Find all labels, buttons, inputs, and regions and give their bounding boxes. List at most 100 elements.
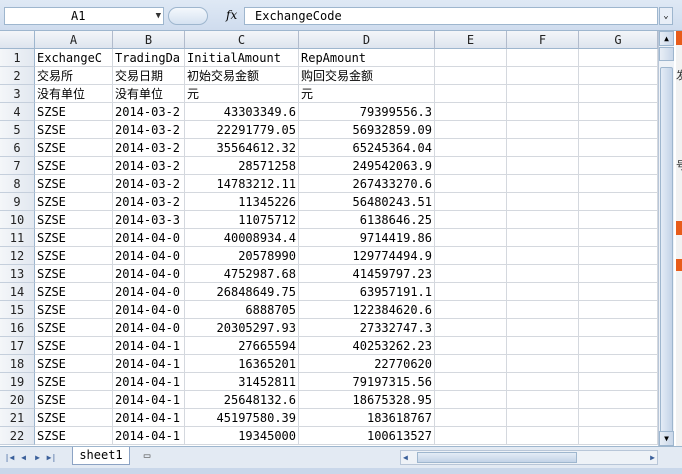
cell-f-19[interactable]: [507, 373, 579, 391]
cell-f-11[interactable]: [507, 229, 579, 247]
cell-b-17[interactable]: 2014-04-1: [113, 337, 185, 355]
cell-f-15[interactable]: [507, 301, 579, 319]
cell-a-9[interactable]: SZSE: [35, 193, 113, 211]
cell-c-4[interactable]: 43303349.6: [185, 103, 299, 121]
cell-e-22[interactable]: [435, 427, 507, 445]
cell-f-4[interactable]: [507, 103, 579, 121]
column-header-c[interactable]: C: [185, 31, 299, 49]
cell-e-12[interactable]: [435, 247, 507, 265]
row-header[interactable]: 5: [0, 121, 35, 139]
cell-e-3[interactable]: [435, 85, 507, 103]
row-header[interactable]: 20: [0, 391, 35, 409]
cell-b-2[interactable]: 交易日期: [113, 67, 185, 85]
cell-e-17[interactable]: [435, 337, 507, 355]
chevron-down-icon[interactable]: ▼: [156, 8, 161, 24]
cell-f-16[interactable]: [507, 319, 579, 337]
row-header[interactable]: 11: [0, 229, 35, 247]
cell-g-15[interactable]: [579, 301, 658, 319]
cell-g-6[interactable]: [579, 139, 658, 157]
cell-a-10[interactable]: SZSE: [35, 211, 113, 229]
horizontal-scroll-thumb[interactable]: [417, 452, 577, 463]
scroll-left-icon[interactable]: ◀: [403, 451, 408, 464]
cell-g-7[interactable]: [579, 157, 658, 175]
cell-g-1[interactable]: [579, 49, 658, 67]
cell-c-8[interactable]: 14783212.11: [185, 175, 299, 193]
cell-f-8[interactable]: [507, 175, 579, 193]
cell-a-14[interactable]: SZSE: [35, 283, 113, 301]
cell-d-10[interactable]: 6138646.25: [299, 211, 435, 229]
cell-a-22[interactable]: SZSE: [35, 427, 113, 445]
column-header-b[interactable]: B: [113, 31, 185, 49]
cell-b-7[interactable]: 2014-03-2: [113, 157, 185, 175]
cell-c-11[interactable]: 40008934.4: [185, 229, 299, 247]
scroll-down-button[interactable]: ▼: [659, 431, 674, 446]
row-header[interactable]: 17: [0, 337, 35, 355]
vertical-scrollbar[interactable]: ▲ ▼: [658, 31, 674, 446]
cell-c-19[interactable]: 31452811: [185, 373, 299, 391]
cell-f-13[interactable]: [507, 265, 579, 283]
cell-g-2[interactable]: [579, 67, 658, 85]
cell-d-4[interactable]: 79399556.3: [299, 103, 435, 121]
cell-b-18[interactable]: 2014-04-1: [113, 355, 185, 373]
cell-c-17[interactable]: 27665594: [185, 337, 299, 355]
cell-d-18[interactable]: 22770620: [299, 355, 435, 373]
cell-a-11[interactable]: SZSE: [35, 229, 113, 247]
cell-b-8[interactable]: 2014-03-2: [113, 175, 185, 193]
formula-input[interactable]: ExchangeCode: [244, 7, 658, 25]
name-box[interactable]: A1 ▼: [4, 7, 164, 25]
row-header[interactable]: 14: [0, 283, 35, 301]
cell-f-5[interactable]: [507, 121, 579, 139]
cell-g-12[interactable]: [579, 247, 658, 265]
row-header[interactable]: 10: [0, 211, 35, 229]
cell-b-21[interactable]: 2014-04-1: [113, 409, 185, 427]
cell-f-22[interactable]: [507, 427, 579, 445]
cell-f-9[interactable]: [507, 193, 579, 211]
row-header[interactable]: 13: [0, 265, 35, 283]
cell-g-9[interactable]: [579, 193, 658, 211]
cell-g-11[interactable]: [579, 229, 658, 247]
cell-e-7[interactable]: [435, 157, 507, 175]
cell-a-16[interactable]: SZSE: [35, 319, 113, 337]
cell-c-15[interactable]: 6888705: [185, 301, 299, 319]
column-header-e[interactable]: E: [435, 31, 507, 49]
cell-g-18[interactable]: [579, 355, 658, 373]
cell-c-13[interactable]: 4752987.68: [185, 265, 299, 283]
cell-e-1[interactable]: [435, 49, 507, 67]
cell-g-4[interactable]: [579, 103, 658, 121]
cell-b-14[interactable]: 2014-04-0: [113, 283, 185, 301]
row-header[interactable]: 22: [0, 427, 35, 445]
cell-b-12[interactable]: 2014-04-0: [113, 247, 185, 265]
cell-d-16[interactable]: 27332747.3: [299, 319, 435, 337]
cell-f-17[interactable]: [507, 337, 579, 355]
cell-c-12[interactable]: 20578990: [185, 247, 299, 265]
cell-d-21[interactable]: 183618767: [299, 409, 435, 427]
cell-e-14[interactable]: [435, 283, 507, 301]
cell-b-15[interactable]: 2014-04-0: [113, 301, 185, 319]
cell-c-16[interactable]: 20305297.93: [185, 319, 299, 337]
cell-d-2[interactable]: 购回交易金额: [299, 67, 435, 85]
cell-f-10[interactable]: [507, 211, 579, 229]
cell-c-10[interactable]: 11075712: [185, 211, 299, 229]
cell-a-21[interactable]: SZSE: [35, 409, 113, 427]
cell-d-17[interactable]: 40253262.23: [299, 337, 435, 355]
split-box[interactable]: [659, 47, 674, 61]
cell-f-1[interactable]: [507, 49, 579, 67]
column-header-f[interactable]: F: [507, 31, 579, 49]
cell-e-21[interactable]: [435, 409, 507, 427]
cell-e-13[interactable]: [435, 265, 507, 283]
cell-e-19[interactable]: [435, 373, 507, 391]
cell-e-2[interactable]: [435, 67, 507, 85]
cell-c-3[interactable]: 元: [185, 85, 299, 103]
cell-d-13[interactable]: 41459797.23: [299, 265, 435, 283]
cell-f-3[interactable]: [507, 85, 579, 103]
row-header[interactable]: 18: [0, 355, 35, 373]
cell-a-17[interactable]: SZSE: [35, 337, 113, 355]
cell-f-20[interactable]: [507, 391, 579, 409]
cell-e-9[interactable]: [435, 193, 507, 211]
cell-f-6[interactable]: [507, 139, 579, 157]
cell-f-18[interactable]: [507, 355, 579, 373]
cell-g-22[interactable]: [579, 427, 658, 445]
cell-a-5[interactable]: SZSE: [35, 121, 113, 139]
cell-d-3[interactable]: 元: [299, 85, 435, 103]
horizontal-scrollbar[interactable]: ◀ ▶: [400, 450, 658, 465]
